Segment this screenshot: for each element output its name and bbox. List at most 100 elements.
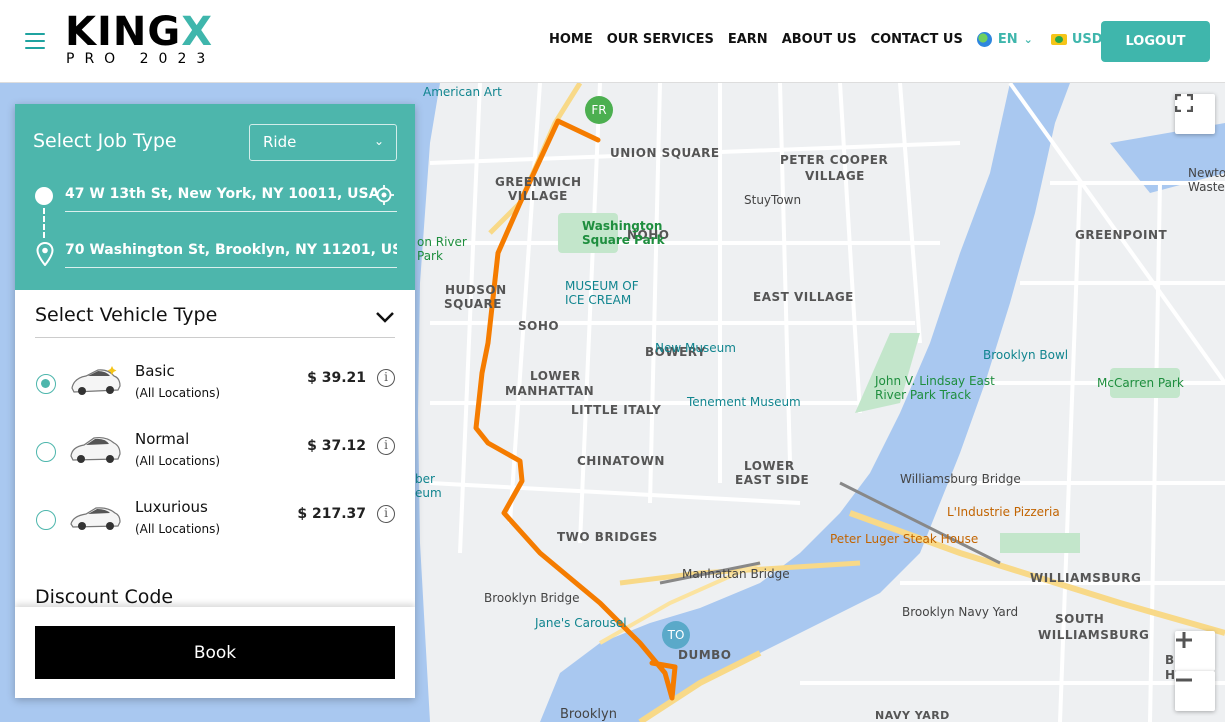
route-connector [43,208,45,238]
map-label: EAST VILLAGE [753,290,854,304]
from-address-input[interactable]: 47 W 13th St, New York, NY 10011, USA [65,186,397,212]
logo-subtitle: PRO 2023 [66,51,216,67]
menu-icon[interactable] [25,33,45,49]
map-poi: Brooklyn Bridge [484,591,580,605]
map-label: GREENWICH [495,175,582,189]
fullscreen-icon [1175,94,1193,112]
map-label: NAVY YARD [875,709,950,722]
booking-panel: Select Job Type Ride ⌄ 47 W 13th St, New… [15,104,415,698]
nav-home[interactable]: HOME [549,32,593,47]
car-icon [71,366,121,395]
vehicle-radio[interactable] [36,510,56,530]
chevron-down-icon [376,312,394,323]
logo[interactable]: KINGX [65,12,213,52]
map-poi: Brooklyn Bowl [983,348,1069,362]
map-label: WILLIAMSBURG [1030,571,1142,585]
locate-icon[interactable] [373,184,395,206]
book-button[interactable]: Book [35,626,395,679]
map-poi: Williamsburg Bridge [900,472,1021,486]
map-poi: Tenement Museum [687,395,801,409]
map-label: VILLAGE [805,169,865,183]
map-label: LOWER [530,369,581,383]
map-poi: McCarren Park [1097,376,1184,390]
map-label: GREENPOINT [1075,228,1168,242]
map-poi: ber [415,472,435,486]
chevron-down-icon: ⌄ [373,134,384,148]
map-label: HUDSON [445,283,507,297]
minus-icon [1176,678,1192,682]
vehicle-price: $ 39.21 [307,370,366,386]
map-poi: Jane's Carousel [535,616,627,630]
map-poi: StuyTown [744,193,802,207]
vehicle-type-label: Select Vehicle Type [35,304,218,326]
map-poi: American Art [423,85,502,99]
fullscreen-button[interactable] [1175,94,1215,134]
vehicle-option-normal[interactable]: Normal (All Locations) $ 37.12 i [35,424,395,480]
info-icon[interactable]: i [377,505,395,523]
vehicle-availability: (All Locations) [135,386,221,400]
nav-contact-us[interactable]: CONTACT US [871,32,963,47]
to-address-input[interactable]: 70 Washington St, Brooklyn, NY 11201, US… [65,242,397,268]
vehicle-radio[interactable] [36,374,56,394]
map-label: LOWER [744,459,795,473]
vehicle-type-dropdown[interactable]: Select Vehicle Type [35,304,395,338]
map-poi: Peter Luger Steak House [830,532,979,546]
nav-our-services[interactable]: OUR SERVICES [607,32,714,47]
map-poi: L'Industrie Pizzeria [947,505,1060,519]
nav-earn[interactable]: EARN [728,32,768,47]
vehicle-radio[interactable] [36,442,56,462]
map-label: EAST SIDE [735,473,810,487]
map-poi: River Park Track [875,388,972,402]
job-type-value: Ride [263,133,297,151]
vehicle-availability: (All Locations) [135,522,221,536]
book-footer: Book [15,607,415,698]
language-selector[interactable]: EN ⌄ [976,32,1033,47]
zoom-out-button[interactable] [1175,671,1215,711]
vehicle-availability: (All Locations) [135,454,221,468]
map-label: WILLIAMSBURG [1038,628,1150,642]
car-icon [70,507,121,530]
map-poi: Newtow [1188,166,1225,180]
plus-icon [1176,632,1192,648]
logout-button[interactable]: LOGOUT [1101,21,1210,62]
map-poi: eum [415,486,442,500]
to-marker[interactable]: TO [662,621,690,649]
vehicle-name: Luxurious [135,498,208,516]
map-poi: Washington [582,219,663,233]
nav-about-us[interactable]: ABOUT US [782,32,857,47]
flag-icon [1050,34,1067,45]
map-label: CHINATOWN [577,454,665,468]
map-label: MANHATTAN [505,384,595,398]
info-icon[interactable]: i [377,437,395,455]
map-label: LITTLE ITALY [571,403,662,417]
vehicle-price: $ 37.12 [307,438,366,454]
top-header: KINGX PRO 2023 HOME OUR SERVICES EARN AB… [0,0,1225,83]
map-label: SOUTH [1055,612,1105,626]
map-poi: Manhattan Bridge [682,567,790,581]
info-icon[interactable]: i [377,369,395,387]
job-type-label: Select Job Type [33,130,177,152]
destination-pin-icon [36,242,54,266]
origin-dot-icon [35,187,53,205]
zoom-in-button[interactable] [1175,631,1215,671]
map-poi: MUSEUM OF [565,279,639,293]
map-poi: ICE CREAM [565,293,632,307]
map-label: DUMBO [678,648,732,662]
map-poi: on River [417,235,467,249]
vehicle-name: Basic [135,362,175,380]
map-label: TWO BRIDGES [557,530,658,544]
map-poi: Park [417,249,443,263]
map-poi: New Museum [655,341,736,355]
map-poi: Waste [1188,180,1225,194]
globe-icon [976,32,992,47]
map-label: SQUARE [444,297,502,311]
from-marker[interactable]: FR [585,96,613,124]
job-type-select[interactable]: Ride ⌄ [249,124,397,161]
main-nav: HOME OUR SERVICES EARN ABOUT US CONTACT … [549,32,1136,47]
map-label: SOHO [518,319,560,333]
vehicle-price: $ 217.37 [297,506,366,522]
map-poi: Square Park [582,233,665,247]
map-poi: John V. Lindsay East [875,374,995,388]
vehicle-option-basic[interactable]: Basic (All Locations) $ 39.21 i [35,356,395,412]
vehicle-option-luxurious[interactable]: Luxurious (All Locations) $ 217.37 i [35,492,395,548]
